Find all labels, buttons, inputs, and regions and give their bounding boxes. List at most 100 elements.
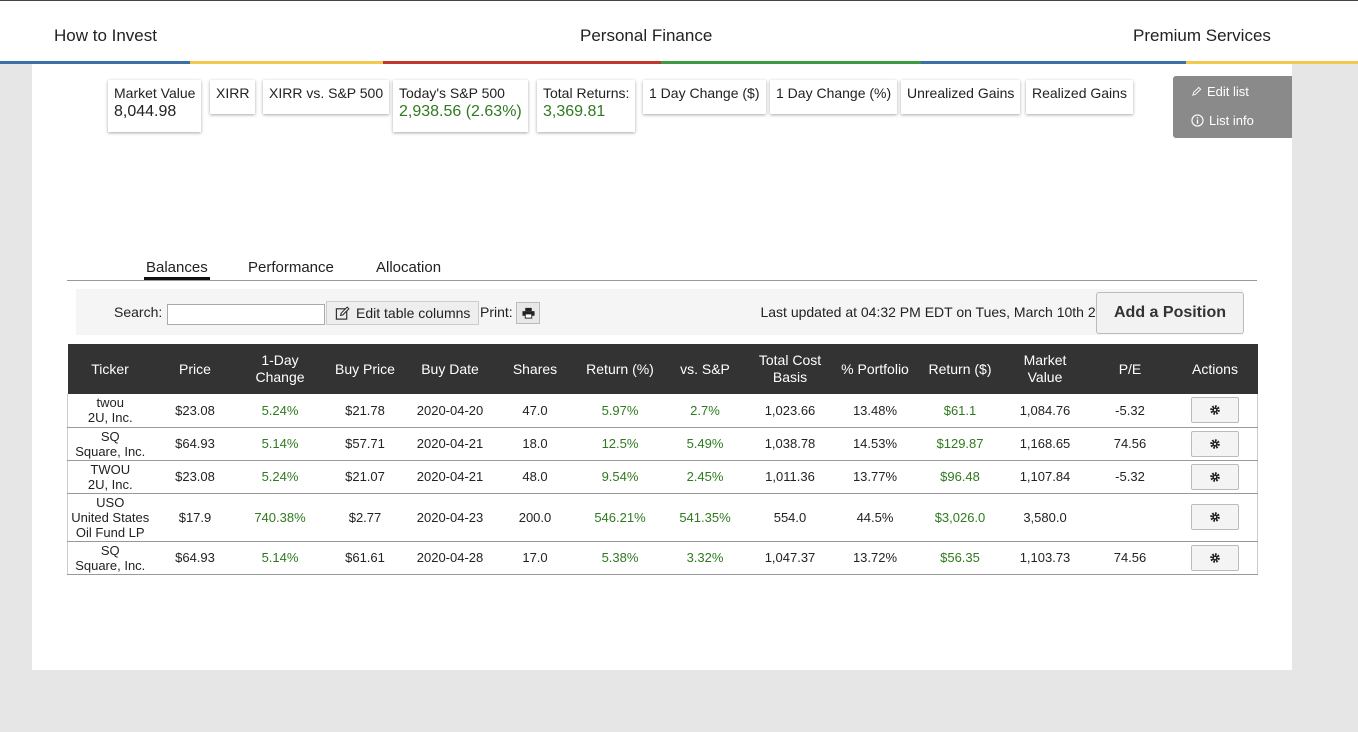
table-header-row: Ticker Price 1-Day Change Buy Price Buy …	[67, 344, 1258, 394]
company-name: United States Oil Fund LP	[71, 509, 150, 540]
stat-label: Realized Gains	[1032, 85, 1127, 101]
shares-cell: 17.0	[492, 541, 578, 575]
stat-label: Unrealized Gains	[907, 85, 1015, 101]
portfolio-pct-cell: 14.53%	[832, 427, 918, 461]
gear-icon	[1209, 512, 1220, 522]
buy-price-cell: $21.78	[322, 394, 408, 428]
price-cell: $17.9	[152, 493, 238, 542]
day-change-cell: 5.14%	[237, 541, 323, 575]
row-settings-button[interactable]	[1190, 504, 1239, 530]
col-header[interactable]: Price	[152, 344, 238, 394]
buy-date-cell: 2020-04-28	[407, 541, 493, 575]
ticker-symbol: TWOU	[90, 461, 131, 477]
row-settings-button[interactable]	[1190, 430, 1239, 457]
buy-date-cell: 2020-04-21	[407, 460, 493, 494]
stat-label: XIRR vs. S&P 500	[269, 85, 384, 101]
col-header[interactable]: 1-Day Change	[237, 344, 323, 394]
col-header[interactable]: Market Value	[1002, 344, 1088, 394]
stat-label: Total Returns:	[543, 85, 630, 101]
stat-total-returns: Total Returns: 3,369.81	[537, 80, 636, 132]
col-header[interactable]: Buy Date	[407, 344, 493, 394]
table-row: SQ Square, Inc. $64.93 5.14% $57.71 2020-…	[67, 427, 1258, 461]
market-value-cell: 3,580.0	[1002, 493, 1088, 542]
price-cell: $64.93	[152, 427, 238, 461]
ticker-cell[interactable]: USO United States Oil Fund LP	[67, 493, 153, 542]
cost-basis-cell: 1,023.66	[747, 394, 833, 428]
pe-cell	[1087, 493, 1173, 542]
return-usd-cell: $3,026.0	[917, 493, 1003, 542]
search-label: Search:	[114, 304, 163, 320]
list-info-label: List info	[1209, 113, 1254, 128]
edit-table-columns-button[interactable]: Edit table columns	[326, 301, 480, 325]
price-cell: $23.08	[152, 460, 238, 494]
ticker-cell[interactable]: SQ Square, Inc.	[67, 541, 153, 575]
ticker-cell[interactable]: SQ Square, Inc.	[67, 427, 153, 461]
actions-cell	[1172, 493, 1258, 542]
tab-allocation[interactable]: Allocation	[376, 259, 441, 276]
col-header[interactable]: P/E	[1087, 344, 1173, 394]
actions-cell	[1172, 394, 1258, 428]
col-header[interactable]: Total Cost Basis	[747, 344, 833, 394]
price-cell: $23.08	[152, 394, 238, 428]
cost-basis-cell: 1,011.36	[747, 460, 833, 494]
stat-todays-sp500: Today's S&P 500 2,938.56 (2.63%)	[393, 80, 528, 132]
stat-1day-change-usd: 1 Day Change ($)	[643, 80, 766, 114]
vs-sp-cell: 541.35%	[662, 493, 748, 542]
shares-cell: 48.0	[492, 460, 578, 494]
list-info-button[interactable]: List info	[1191, 113, 1254, 128]
col-header[interactable]: Buy Price	[322, 344, 408, 394]
portfolio-pct-cell: 13.48%	[832, 394, 918, 428]
table-row: twou 2U, Inc. $23.08 5.24% $21.78 2020-04…	[67, 394, 1258, 428]
company-name: Square, Inc.	[75, 557, 146, 573]
print-button[interactable]	[516, 302, 540, 324]
return-pct-cell: 5.97%	[577, 394, 663, 428]
day-change-cell: 5.24%	[237, 394, 323, 428]
nav-how-to-invest[interactable]: How to Invest	[54, 26, 157, 46]
shares-cell: 200.0	[492, 493, 578, 542]
add-position-button[interactable]: Add a Position	[1096, 292, 1244, 334]
buy-price-cell: $57.71	[322, 427, 408, 461]
buy-price-cell: $61.61	[322, 541, 408, 575]
gear-icon	[1209, 552, 1220, 563]
pe-cell: -5.32	[1087, 394, 1173, 428]
shares-cell: 18.0	[492, 427, 578, 461]
stat-label: 1 Day Change ($)	[649, 85, 760, 101]
ticker-cell[interactable]: TWOU 2U, Inc.	[67, 460, 153, 494]
col-header[interactable]: Ticker	[67, 344, 153, 394]
table-row: SQ Square, Inc. $64.93 5.14% $61.61 2020-…	[67, 541, 1258, 575]
pe-cell: -5.32	[1087, 460, 1173, 494]
gear-icon	[1209, 471, 1220, 482]
stat-value: 8,044.98	[114, 103, 177, 120]
nav-premium-services[interactable]: Premium Services	[1133, 26, 1271, 46]
col-header[interactable]: Return (%)	[577, 344, 663, 394]
col-header[interactable]: vs. S&P	[662, 344, 748, 394]
row-settings-button[interactable]	[1190, 463, 1239, 490]
col-header[interactable]: Return ($)	[917, 344, 1003, 394]
row-settings-button[interactable]	[1190, 544, 1239, 571]
print-label: Print:	[480, 304, 513, 320]
day-change-cell: 740.38%	[237, 493, 323, 542]
table-row: TWOU 2U, Inc. $23.08 5.24% $21.07 2020-04…	[67, 460, 1258, 494]
row-settings-button[interactable]	[1190, 397, 1239, 424]
pencil-icon	[1192, 86, 1202, 96]
stat-label: XIRR	[216, 85, 250, 101]
tab-performance[interactable]: Performance	[248, 259, 334, 276]
edit-list-button[interactable]: Edit list	[1191, 84, 1249, 99]
tab-balances[interactable]: Balances	[144, 259, 210, 280]
buy-date-cell: 2020-04-21	[407, 427, 493, 461]
edit-table-columns-label: Edit table columns	[356, 305, 471, 321]
day-change-cell: 5.24%	[237, 460, 323, 494]
ticker-cell[interactable]: twou 2U, Inc.	[67, 394, 153, 428]
return-usd-cell: $56.35	[917, 541, 1003, 575]
col-header[interactable]: Shares	[492, 344, 578, 394]
nav-personal-finance[interactable]: Personal Finance	[580, 26, 712, 46]
buy-price-cell: $2.77	[322, 493, 408, 542]
top-nav: How to Invest Personal Finance Premium S…	[0, 0, 1358, 62]
stat-xirr-vs-sp500: XIRR vs. S&P 500	[263, 80, 390, 114]
search-input[interactable]	[167, 304, 325, 325]
col-header[interactable]: % Portfolio	[832, 344, 918, 394]
cost-basis-cell: 1,047.37	[747, 541, 833, 575]
pe-cell: 74.56	[1087, 541, 1173, 575]
stat-1day-change-pct: 1 Day Change (%)	[770, 80, 898, 114]
list-options-box: Edit list List info	[1173, 76, 1292, 138]
